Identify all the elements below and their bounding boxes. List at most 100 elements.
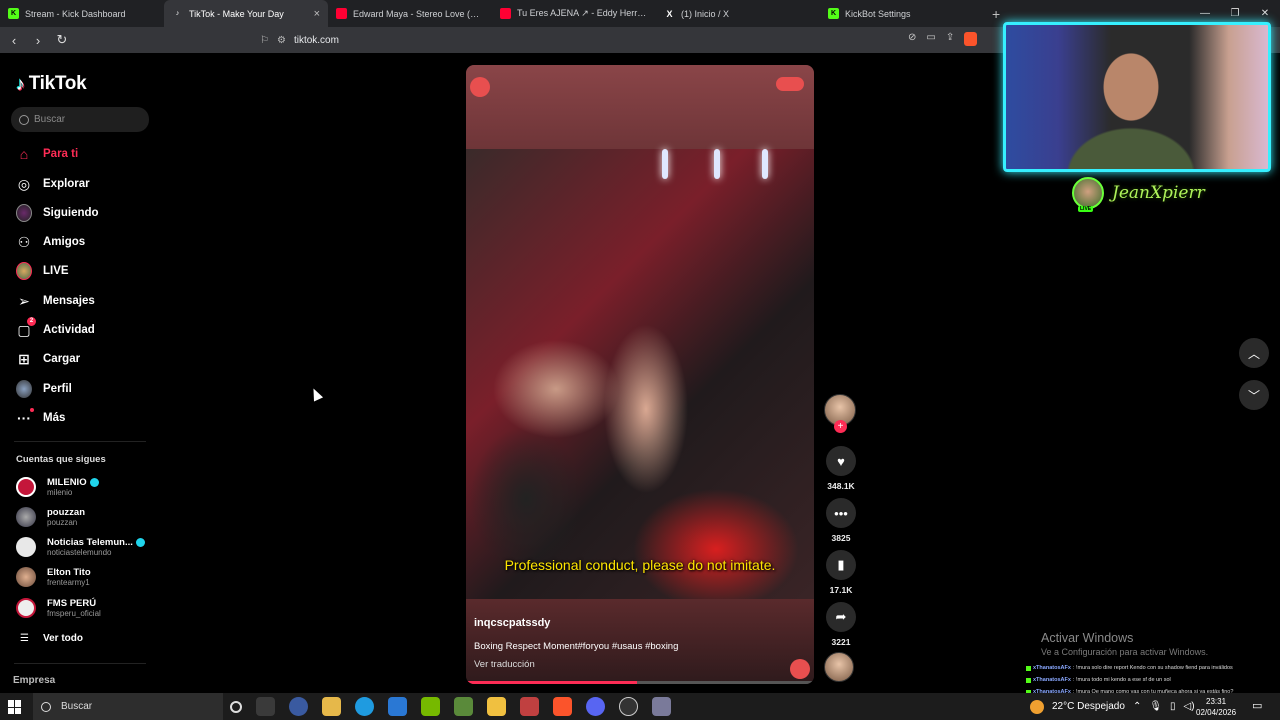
- live-badge: LIVE: [1078, 206, 1094, 212]
- nav-item-actividad[interactable]: ▢ 2 Actividad: [16, 317, 95, 338]
- video-author[interactable]: inqcscpatssdy: [474, 617, 550, 629]
- tab-title: (1) Inicio / X: [681, 8, 730, 19]
- app-icon[interactable]: [520, 697, 539, 716]
- nav-item-live[interactable]: LIVE: [16, 262, 69, 280]
- task-view-icon[interactable]: [256, 697, 275, 716]
- share-arrow-icon[interactable]: ➦: [826, 602, 856, 632]
- nav-item-mensajes[interactable]: ➢ Mensajes: [16, 293, 95, 309]
- chevron-up-icon[interactable]: ⌃: [1133, 701, 1141, 712]
- mail-icon[interactable]: [388, 697, 407, 716]
- obs-icon[interactable]: [619, 697, 638, 716]
- followed-account-telemundo[interactable]: Noticias Telemun... noticiastelemundo: [16, 537, 145, 557]
- cortana-icon[interactable]: [230, 701, 242, 713]
- speedtest-icon[interactable]: [289, 697, 308, 716]
- comment-icon[interactable]: •••: [826, 498, 856, 528]
- home-icon: ⌂: [19, 146, 29, 162]
- activate-subtitle: Ve a Configuración para activar Windows.: [1041, 647, 1209, 657]
- video-progress-bar[interactable]: [466, 681, 814, 684]
- translate-link[interactable]: Ver traducción: [474, 659, 535, 670]
- windows-taskbar: Buscar 22°C Despejado ⌃ 🎙 ▯ ◁) 23:31 02/…: [0, 693, 1280, 720]
- bookmark-icon[interactable]: ⚐: [260, 35, 269, 46]
- minecraft-icon[interactable]: [454, 697, 473, 716]
- share-action[interactable]: ➦ 3221: [824, 602, 858, 647]
- cast-icon[interactable]: ▭: [926, 32, 935, 46]
- reload-icon[interactable]: ↻: [52, 32, 72, 48]
- search-input[interactable]: Buscar: [11, 107, 149, 132]
- youtube-favicon-icon: [336, 8, 347, 19]
- share-icon[interactable]: ⇪: [946, 32, 954, 46]
- forward-icon[interactable]: ›: [28, 33, 48, 48]
- clock-date: 02/04/2026: [1196, 708, 1237, 717]
- tiktok-logo[interactable]: ♪ TikTok: [16, 73, 87, 95]
- webcam-overlay: [1003, 22, 1271, 172]
- tiktok-note-icon: ♪: [16, 73, 25, 94]
- store-icon[interactable]: [322, 697, 341, 716]
- nav-item-para-ti[interactable]: ⌂ Para ti: [16, 146, 78, 162]
- streamer-avatar: LIVE: [1072, 177, 1104, 212]
- url-text[interactable]: tiktok.com: [294, 35, 339, 46]
- see-all-button[interactable]: ☰ Ver todo: [20, 633, 83, 644]
- tiktok-favicon-icon: ♪: [175, 10, 180, 17]
- live-icon: [16, 262, 32, 280]
- activity-badge: 2: [27, 317, 36, 326]
- tab-tiktok[interactable]: ♪ TikTok - Make Your Day ×: [164, 0, 328, 27]
- heart-icon[interactable]: ♥: [826, 446, 856, 476]
- nav-item-amigos[interactable]: ⚇ Amigos: [16, 234, 85, 250]
- video-player[interactable]: Professional conduct, please do not imit…: [466, 65, 814, 684]
- brave-icon[interactable]: [553, 697, 572, 716]
- followed-account-pouzzan[interactable]: pouzzan pouzzan: [16, 507, 85, 527]
- volume-icon[interactable]: ◁): [1184, 701, 1195, 712]
- notifications-icon[interactable]: ▭: [1252, 699, 1262, 712]
- like-action[interactable]: ♥ 348.1K: [824, 446, 858, 491]
- network-icon[interactable]: ▯: [1170, 701, 1176, 712]
- previous-video-button[interactable]: ︿: [1239, 338, 1269, 368]
- system-tray: 22°C Despejado ⌃ 🎙 ▯ ◁): [1030, 693, 1195, 720]
- save-action[interactable]: ▮ 17.1K: [824, 550, 858, 595]
- tab-kickbot-settings[interactable]: K KickBot Settings: [820, 0, 984, 27]
- windows-start-icon[interactable]: [8, 700, 22, 714]
- tab-title: Stream - Kick Dashboard: [25, 8, 126, 19]
- close-tab-icon[interactable]: ×: [314, 8, 320, 20]
- new-tab-icon[interactable]: +: [984, 6, 1008, 22]
- activity-icon: ▢ 2: [16, 317, 36, 338]
- followed-account-elton-tito[interactable]: Elton Tito frentearmy1: [16, 567, 91, 587]
- weather-icon[interactable]: [1030, 699, 1044, 714]
- explorer-icon[interactable]: [487, 697, 506, 716]
- edge-icon[interactable]: [355, 697, 374, 716]
- weather-text[interactable]: 22°C Despejado: [1052, 701, 1125, 712]
- site-info-icon[interactable]: ⚙: [277, 35, 286, 46]
- nvidia-icon[interactable]: [421, 697, 440, 716]
- nav-item-perfil[interactable]: Perfil: [16, 380, 72, 398]
- nav-item-mas[interactable]: ··· Más: [16, 408, 66, 426]
- brave-shields-icon[interactable]: [964, 32, 978, 46]
- next-video-button[interactable]: ﹀: [1239, 380, 1269, 410]
- avatar: [16, 567, 36, 587]
- chevron-up-icon: ︿: [1247, 346, 1260, 361]
- company-link[interactable]: Empresa: [13, 675, 55, 686]
- bookmark-icon[interactable]: ▮: [826, 550, 856, 580]
- nav-item-siguiendo[interactable]: Siguiendo: [16, 204, 99, 222]
- nav-item-explorar[interactable]: ◎ Explorar: [16, 176, 90, 192]
- followed-account-milenio[interactable]: MILENIO milenio: [16, 477, 99, 497]
- tab-youtube-stereo-love[interactable]: Edward Maya - Stereo Love (Official: [328, 0, 492, 27]
- nav-item-cargar[interactable]: ⊞ Cargar: [16, 351, 80, 367]
- following-icon: [16, 204, 32, 222]
- tab-youtube-tu-eres-ajena[interactable]: Tu Eres AJENA ↗ - Eddy Herrera [V: [492, 0, 656, 27]
- app-icon[interactable]: [652, 697, 671, 716]
- no-tracking-icon[interactable]: ⊘: [908, 32, 916, 46]
- mic-icon[interactable]: 🎙: [1149, 701, 1162, 712]
- discord-icon[interactable]: [586, 697, 605, 716]
- logo-text: TikTok: [28, 73, 87, 94]
- tab-kick-dashboard[interactable]: K Stream - Kick Dashboard: [0, 0, 164, 27]
- address-bar[interactable]: ⚐ ⚙ tiktok.com: [256, 30, 996, 50]
- comment-action[interactable]: ••• 3825: [824, 498, 858, 543]
- follow-plus-icon[interactable]: +: [834, 420, 847, 433]
- arena-light-icon: [714, 149, 720, 179]
- followed-account-fms-peru[interactable]: FMS PERÚ fmsperu_oficial: [16, 598, 101, 618]
- back-icon[interactable]: ‹: [4, 33, 24, 48]
- music-disc-avatar[interactable]: [824, 652, 854, 682]
- nav-label: Más: [43, 412, 66, 424]
- taskbar-search[interactable]: Buscar: [33, 693, 223, 720]
- tab-x-inicio[interactable]: X (1) Inicio / X: [656, 0, 820, 27]
- taskbar-clock[interactable]: 23:31 02/04/2026: [1196, 696, 1236, 718]
